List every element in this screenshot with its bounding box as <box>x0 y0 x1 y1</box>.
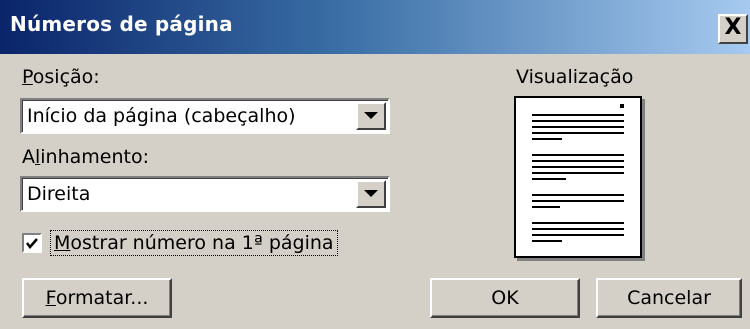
page-numbers-dialog: Números de página X Posição: Início da p… <box>0 0 750 329</box>
cancel-button[interactable]: Cancelar <box>596 278 742 318</box>
page-number-marker <box>620 104 624 108</box>
show-first-page-checkbox[interactable] <box>22 233 42 253</box>
format-button[interactable]: Formatar... <box>22 278 172 318</box>
position-label-text: osição: <box>32 66 100 88</box>
preview-text-block-3 <box>532 194 624 208</box>
alignment-dropdown-button[interactable] <box>356 180 386 208</box>
close-button[interactable]: X <box>718 14 748 44</box>
preview-text-block-1 <box>532 114 624 140</box>
position-value: Início da página (cabeçalho) <box>27 105 296 127</box>
alignment-label: Alinhamento: <box>22 146 149 168</box>
alignment-select[interactable]: Direita <box>20 176 390 212</box>
format-accesskey: F <box>45 287 56 309</box>
position-label: Posição: <box>22 66 100 88</box>
preview-label: Visualização <box>516 66 634 88</box>
format-text: ormatar... <box>55 287 149 309</box>
chevron-down-icon <box>364 190 378 197</box>
show-first-page-text: ostrar número na 1ª página <box>70 232 334 254</box>
preview-text-block-2 <box>532 154 624 180</box>
chevron-down-icon <box>364 112 378 119</box>
page-preview <box>514 96 642 258</box>
preview-page-illustration <box>532 104 624 242</box>
preview-text-block-4 <box>532 222 624 242</box>
show-first-page-accesskey: M <box>54 232 71 254</box>
check-icon <box>26 238 38 249</box>
position-select[interactable]: Início da página (cabeçalho) <box>20 98 390 134</box>
window-title: Números de página <box>10 12 233 36</box>
position-label-accesskey: P <box>22 66 33 88</box>
position-dropdown-button[interactable] <box>356 102 386 130</box>
show-first-page-label[interactable]: Mostrar número na 1ª página <box>50 230 338 256</box>
close-icon: X <box>724 15 742 40</box>
alignment-value: Direita <box>27 183 91 205</box>
alignment-label-pre: A <box>22 146 35 168</box>
title-bar[interactable]: Números de página X <box>0 0 750 54</box>
alignment-label-text: inhamento: <box>40 146 150 168</box>
ok-button[interactable]: OK <box>430 278 580 318</box>
